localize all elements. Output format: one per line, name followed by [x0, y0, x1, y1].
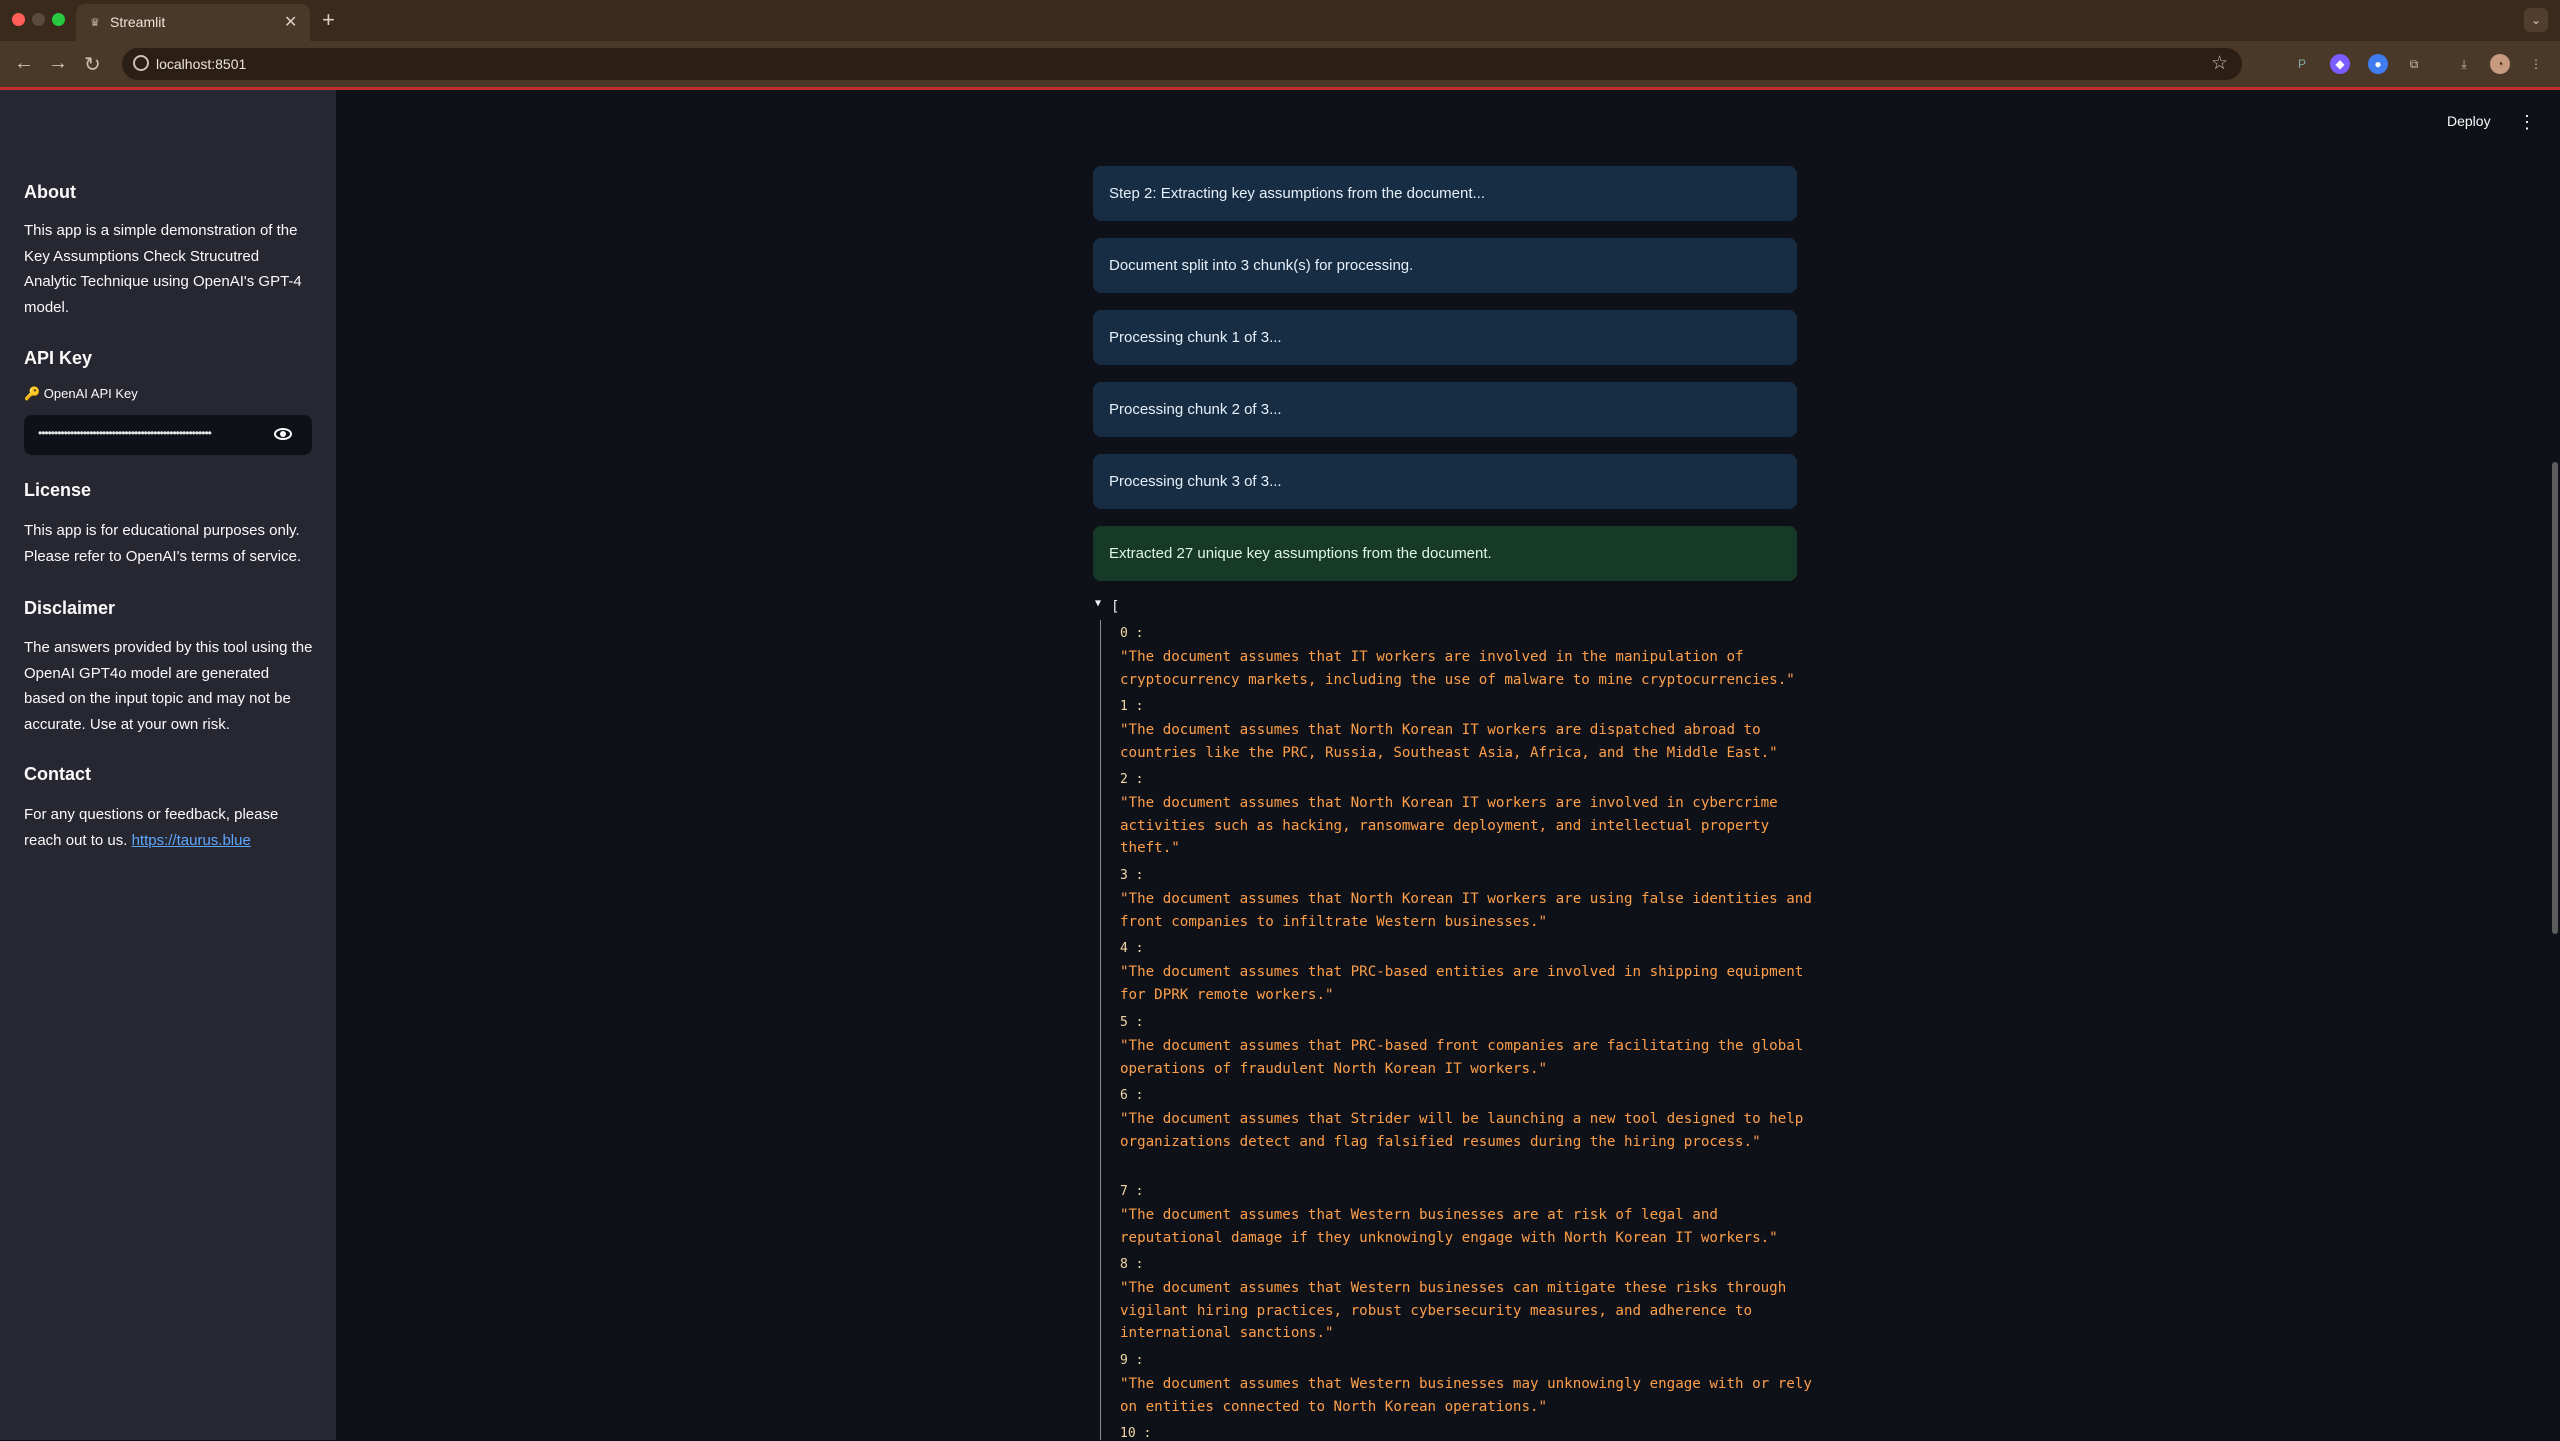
- status-message-chunk2: Processing chunk 2 of 3...: [1093, 382, 1797, 437]
- browser-menu-icon[interactable]: ⋮: [2526, 54, 2546, 74]
- about-text: This app is a simple demonstration of th…: [24, 222, 302, 316]
- tab-title: Streamlit: [110, 14, 166, 30]
- json-string: "The document assumes that North Korean …: [1120, 795, 1787, 856]
- json-index: 5 :: [1120, 1015, 1144, 1030]
- json-string: "The document assumes that IT workers ar…: [1120, 649, 1795, 688]
- contact-heading: Contact: [24, 764, 91, 784]
- api-key-label: 🔑 OpenAI API Key: [24, 386, 138, 401]
- json-index: 8 :: [1120, 1257, 1144, 1272]
- kebab-icon[interactable]: ⋮: [2518, 112, 2536, 133]
- api-key-value: ••••••••••••••••••••••••••••••••••••••••…: [38, 426, 212, 440]
- api-key-heading: API Key: [24, 348, 93, 368]
- json-string: "The document assumes that Western busin…: [1120, 1280, 1795, 1341]
- status-message-split: Document split into 3 chunk(s) for proce…: [1093, 238, 1797, 293]
- deploy-button[interactable]: Deploy: [2447, 113, 2491, 129]
- success-message-extracted: Extracted 27 unique key assumptions from…: [1093, 526, 1797, 581]
- contact-text-block: For any questions or feedback, please re…: [24, 802, 314, 853]
- json-string: "The document assumes that North Korean …: [1120, 891, 1821, 930]
- json-string: "The document assumes that Western busin…: [1120, 1376, 1821, 1415]
- extension-p-icon[interactable]: P: [2292, 54, 2312, 74]
- license-heading: License: [24, 480, 92, 500]
- browser-tab-bar: ♛ Streamlit ✕ + ⌄: [0, 0, 2560, 41]
- json-index: 2 :: [1120, 772, 1144, 787]
- status-message-chunk1: Processing chunk 1 of 3...: [1093, 310, 1797, 365]
- download-icon[interactable]: ⤓: [2454, 54, 2474, 74]
- address-bar-row: ← → ↻ localhost:8501 ☆ P ◆ ● ⧉ ⤓ ◔ ⋮: [0, 41, 2560, 87]
- site-info-icon[interactable]: [133, 55, 149, 71]
- license-text: This app is for educational purposes onl…: [24, 522, 302, 565]
- extensions-puzzle-icon[interactable]: ⧉: [2404, 54, 2424, 74]
- disclaimer-heading: Disclaimer: [24, 598, 116, 618]
- json-indent-guide: [1100, 620, 1101, 1440]
- json-string: "The document assumes that Strider will …: [1120, 1111, 1812, 1150]
- url-text: localhost:8501: [156, 56, 247, 72]
- json-index: 1 :: [1120, 699, 1144, 714]
- forward-icon[interactable]: →: [48, 52, 68, 75]
- url-field[interactable]: localhost:8501 ☆: [122, 48, 2242, 80]
- profile-avatar[interactable]: ◔: [2490, 54, 2510, 74]
- browser-tab[interactable]: ♛ Streamlit ✕: [76, 4, 310, 41]
- extension-blue-icon[interactable]: ●: [2368, 54, 2388, 74]
- status-message-chunk3: Processing chunk 3 of 3...: [1093, 454, 1797, 509]
- json-index: 0 :: [1120, 626, 1144, 641]
- disclaimer-text: The answers provided by this tool using …: [24, 639, 313, 733]
- reload-icon[interactable]: ↻: [84, 52, 101, 77]
- json-string: "The document assumes that PRC-based fro…: [1120, 1038, 1812, 1077]
- contact-link[interactable]: https://taurus.blue: [132, 832, 251, 849]
- about-heading: About: [24, 182, 76, 202]
- json-string: "The document assumes that Western busin…: [1120, 1207, 1778, 1246]
- json-index: 6 :: [1120, 1088, 1144, 1103]
- json-index: 10 :: [1120, 1426, 1152, 1441]
- streamlit-top-decoration: [0, 87, 2560, 90]
- back-icon[interactable]: ←: [14, 52, 34, 75]
- json-collapse-toggle-icon[interactable]: ▼: [1095, 598, 1101, 609]
- new-tab-button[interactable]: +: [322, 7, 335, 33]
- json-string: "The document assumes that North Korean …: [1120, 722, 1778, 761]
- extension-purple-icon[interactable]: ◆: [2330, 54, 2350, 74]
- close-window-button[interactable]: [12, 13, 25, 26]
- streamlit-logo-icon: ♛: [90, 17, 100, 29]
- sidebar: About This app is a simple demonstration…: [0, 90, 336, 1440]
- main-scrollbar[interactable]: [2552, 462, 2558, 934]
- json-index: 9 :: [1120, 1353, 1144, 1368]
- bookmark-star-icon[interactable]: ☆: [2211, 52, 2228, 75]
- api-key-input[interactable]: ••••••••••••••••••••••••••••••••••••••••…: [24, 415, 312, 455]
- maximize-window-button[interactable]: [52, 13, 65, 26]
- tab-search-button[interactable]: ⌄: [2524, 8, 2548, 32]
- json-index: 3 :: [1120, 868, 1144, 883]
- json-index: 7 :: [1120, 1184, 1144, 1199]
- json-string: "The document assumes that PRC-based ent…: [1120, 964, 1812, 1003]
- minimize-window-button[interactable]: [32, 13, 45, 26]
- status-message-step2: Step 2: Extracting key assumptions from …: [1093, 166, 1797, 221]
- close-tab-icon[interactable]: ✕: [284, 12, 297, 32]
- json-index: 4 :: [1120, 941, 1144, 956]
- show-password-eye-icon[interactable]: [274, 428, 292, 440]
- json-open-bracket: [: [1111, 599, 1120, 615]
